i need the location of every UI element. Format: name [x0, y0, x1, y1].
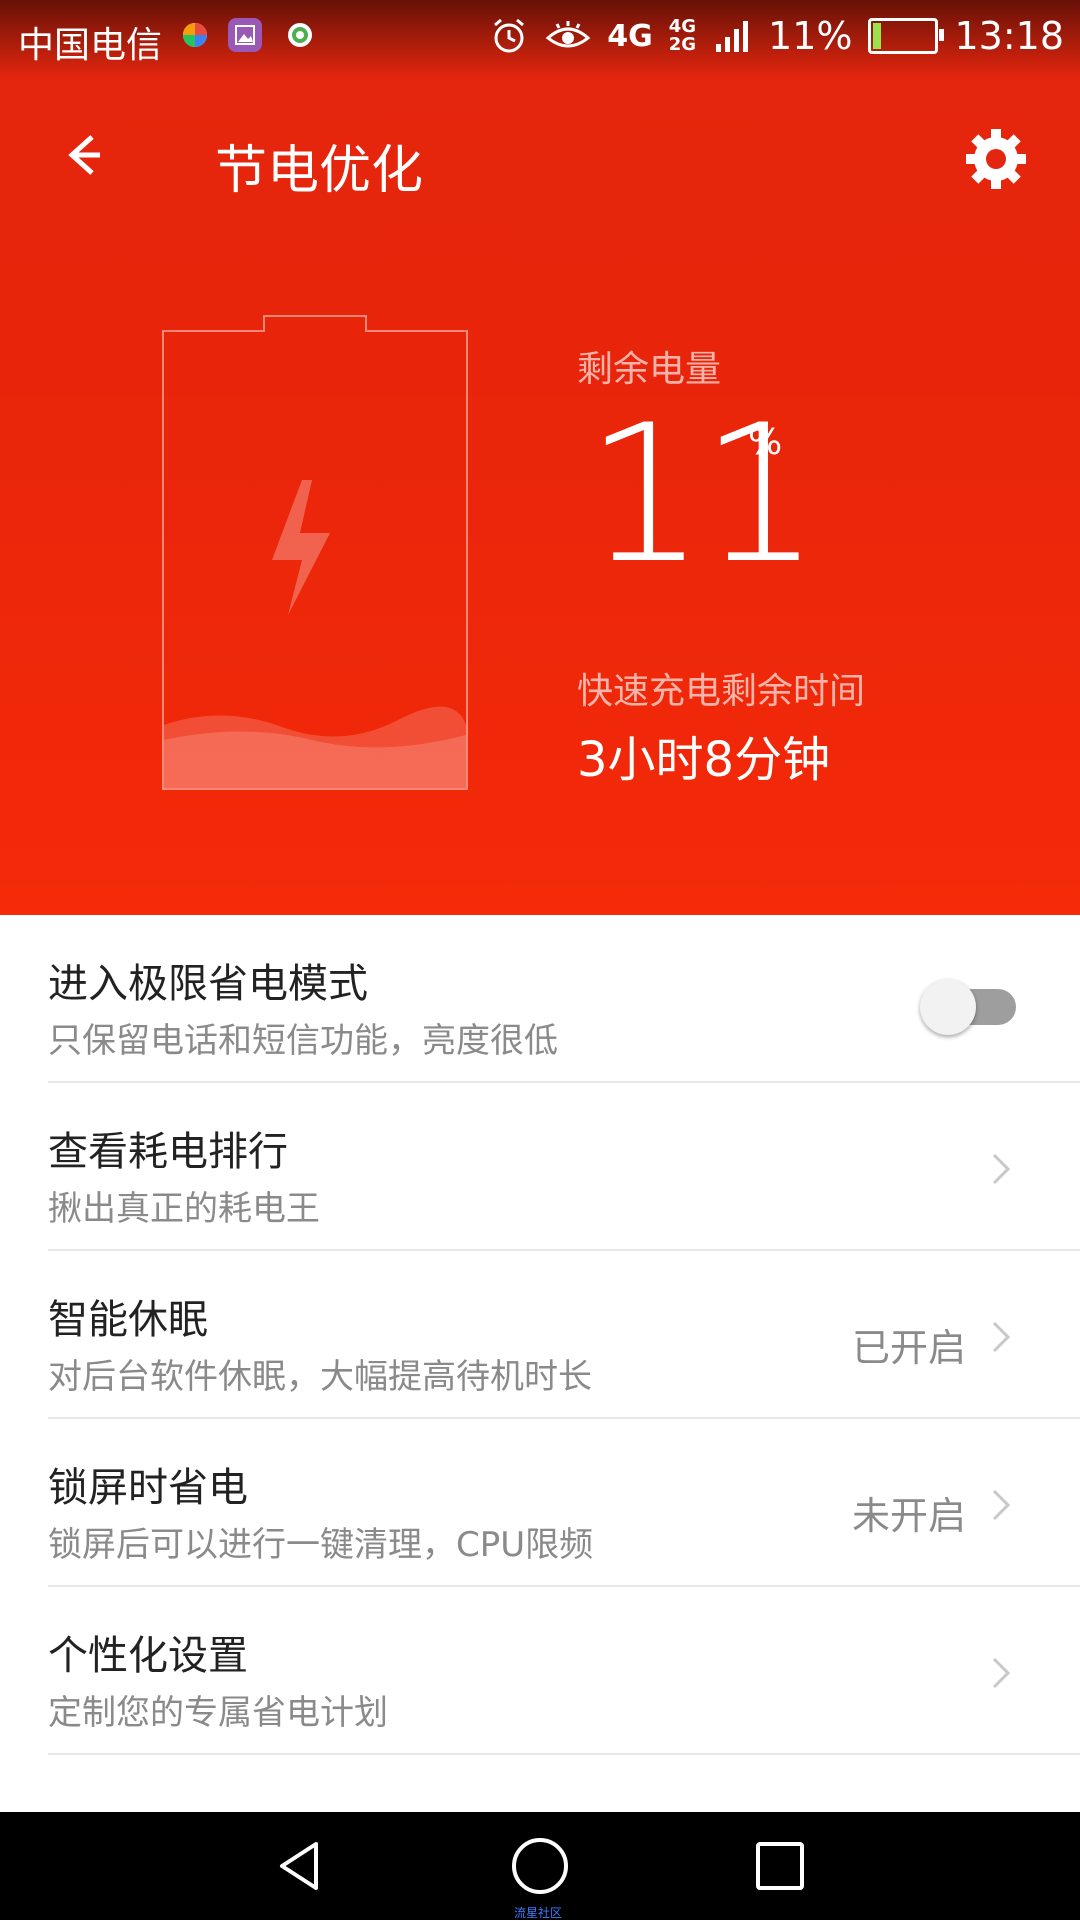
back-nav-icon[interactable]	[268, 1834, 332, 1898]
extreme-power-saving-row[interactable]: 进入极限省电模式 只保留电话和短信功能，亮度很低	[0, 915, 1080, 1083]
row-subtitle: 对后台软件休眠，大幅提高待机时长	[48, 1357, 592, 1397]
charge-time-label: 快速充电剩余时间	[577, 671, 866, 712]
status-bar: 中国电信 4G 4G 2G 11% 13:18	[0, 0, 1080, 78]
gallery-app-icon	[228, 18, 262, 52]
gear-icon[interactable]	[962, 125, 1030, 193]
alarm-icon	[489, 16, 529, 56]
row-subtitle: 只保留电话和短信功能，亮度很低	[48, 1021, 558, 1061]
extreme-mode-toggle[interactable]	[920, 979, 1016, 1035]
divider	[48, 1753, 1080, 1755]
home-nav-icon[interactable]	[508, 1834, 572, 1898]
status-text: 已开启	[851, 1326, 966, 1370]
recents-nav-icon[interactable]	[748, 1834, 812, 1898]
row-title: 锁屏时省电	[48, 1465, 248, 1511]
chevron-right-icon	[988, 1485, 1014, 1525]
row-subtitle: 揪出真正的耗电王	[48, 1189, 320, 1229]
row-title: 个性化设置	[48, 1633, 248, 1679]
carrier-name: 中国电信	[18, 25, 163, 66]
clock: 13:18	[954, 14, 1064, 58]
eye-comfort-icon	[545, 16, 591, 56]
lockscreen-saving-row[interactable]: 锁屏时省电 锁屏后可以进行一键清理，CPU限频 未开启	[0, 1419, 1080, 1587]
chevron-right-icon	[988, 1149, 1014, 1189]
chevron-right-icon	[988, 1317, 1014, 1357]
battery-status-icon	[868, 18, 945, 54]
row-title: 智能休眠	[48, 1297, 208, 1343]
power-ranking-row[interactable]: 查看耗电排行 揪出真正的耗电王	[0, 1083, 1080, 1251]
status-text: 未开启	[851, 1494, 966, 1538]
row-title: 进入极限省电模式	[48, 961, 368, 1007]
status-right-cluster: 4G 4G 2G 11% 13:18	[489, 14, 1064, 58]
settings-list: 进入极限省电模式 只保留电话和短信功能，亮度很低 查看耗电排行 揪出真正的耗电王…	[0, 915, 1080, 1755]
watermark: 流星社区	[514, 1906, 563, 1920]
charge-time-value: 3小时8分钟	[577, 732, 831, 788]
row-title: 查看耗电排行	[48, 1129, 288, 1175]
personalization-row[interactable]: 个性化设置 定制您的专属省电计划	[0, 1587, 1080, 1755]
chevron-right-icon	[988, 1653, 1014, 1693]
back-arrow-icon[interactable]	[52, 125, 112, 185]
battery-level-graphic	[162, 315, 468, 790]
percent-unit: %	[748, 422, 783, 463]
signal-strength-icon	[712, 16, 752, 56]
color-wheel-app-icon	[178, 18, 212, 52]
battery-percent-text: 11%	[768, 14, 853, 58]
row-subtitle: 定制您的专属省电计划	[48, 1693, 388, 1733]
smart-sleep-row[interactable]: 智能休眠 对后台软件休眠，大幅提高待机时长 已开启	[0, 1251, 1080, 1419]
network-stack: 4G 2G	[668, 16, 697, 55]
toggle-knob	[920, 979, 976, 1035]
browser-app-icon	[283, 18, 317, 52]
page-title: 节电优化	[215, 141, 424, 201]
network-4g-label: 4G	[607, 18, 653, 54]
row-subtitle: 锁屏后可以进行一键清理，CPU限频	[48, 1525, 594, 1565]
